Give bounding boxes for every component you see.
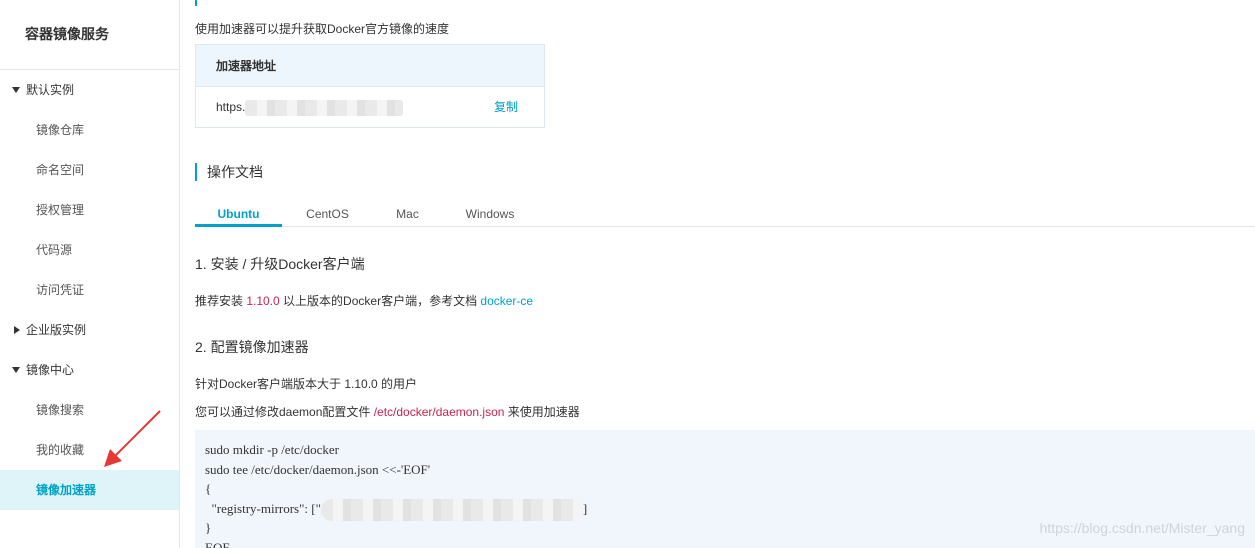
sidebar-title: 容器镜像服务 [0, 0, 179, 70]
step2-line2-after: 来使用加速器 [504, 405, 580, 419]
step1-title: 1. 安装 / 升级Docker客户端 [195, 256, 365, 272]
step1-text-after: 以上版本的Docker客户端，参考文档 [279, 294, 481, 308]
sidebar: 容器镜像服务 默认实例 镜像仓库 命名空间 授权管理 代码源 访问凭证 企业版实… [0, 0, 180, 548]
sidebar-group-label: 默认实例 [26, 83, 75, 97]
code-line: { [205, 481, 212, 496]
code-line: sudo mkdir -p /etc/docker [205, 442, 339, 457]
step2-line2: 您可以通过修改daemon配置文件 /etc/docker/daemon.jso… [195, 403, 580, 420]
caret-down-icon [12, 366, 20, 373]
code-bracket: ] [582, 500, 588, 516]
intro-text: 使用加速器可以提升获取Docker官方镜像的速度 [195, 22, 450, 36]
sidebar-item-repositories[interactable]: 镜像仓库 [0, 110, 179, 150]
os-tabs: Ubuntu CentOS Mac Windows [195, 200, 1255, 227]
code-registry-key: "registry-mirrors": [" [205, 500, 321, 516]
sidebar-item-favorites[interactable]: 我的收藏 [0, 430, 179, 470]
caret-down-icon [12, 86, 20, 93]
tab-ubuntu[interactable]: Ubuntu [195, 200, 282, 227]
sidebar-group-enterprise-instance[interactable]: 企业版实例 [0, 310, 179, 350]
copy-link[interactable]: 复制 [494, 87, 518, 127]
sidebar-group-default-instance[interactable]: 默认实例 [0, 70, 179, 110]
daemon-json-path: /etc/docker/daemon.json [373, 405, 505, 419]
accelerator-panel: 加速器地址 https. 复制 [195, 44, 545, 128]
step2-title: 2. 配置镜像加速器 [195, 339, 309, 355]
version-highlight: 1.10.0 [246, 294, 280, 308]
sidebar-group-label: 镜像中心 [26, 363, 75, 377]
section-accent-bar [195, 0, 197, 6]
sidebar-item-image-search[interactable]: 镜像搜索 [0, 390, 179, 430]
sidebar-item-namespaces[interactable]: 命名空间 [0, 150, 179, 190]
step1-text-before: 推荐安装 [195, 294, 247, 308]
step2-line1: 针对Docker客户端版本大于 1.10.0 的用户 [195, 377, 418, 391]
tab-centos[interactable]: CentOS [290, 200, 365, 227]
docker-ce-link[interactable]: docker-ce [480, 294, 533, 308]
step1-text: 推荐安装 1.10.0 以上版本的Docker客户端，参考文档 docker-c… [195, 292, 533, 309]
sidebar-item-access-credentials[interactable]: 访问凭证 [0, 270, 179, 310]
sidebar-group-label: 企业版实例 [26, 323, 87, 337]
tab-mac[interactable]: Mac [375, 200, 440, 227]
watermark: https://blog.csdn.net/Mister_yang [1039, 520, 1245, 536]
redacted-mirror-url [320, 498, 583, 521]
redacted-url [245, 99, 404, 116]
accelerator-header: 加速器地址 [196, 45, 544, 87]
tab-windows[interactable]: Windows [450, 200, 530, 227]
code-line: sudo tee /etc/docker/daemon.json <<-'EOF… [205, 461, 431, 477]
code-line: EOF [205, 539, 230, 548]
accelerator-url: https. [216, 100, 246, 114]
sidebar-item-image-accelerator[interactable]: 镜像加速器 [0, 470, 179, 510]
step2-line2-before: 您可以通过修改daemon配置文件 [195, 405, 374, 419]
sidebar-item-code-source[interactable]: 代码源 [0, 230, 179, 270]
code-line-registry-mirrors: "registry-mirrors": ["] [205, 498, 1255, 521]
main-content: 使用加速器可以提升获取Docker官方镜像的速度 加速器地址 https. 复制… [195, 0, 1255, 548]
doc-section-title: 操作文档 [195, 163, 263, 181]
sidebar-item-authorization[interactable]: 授权管理 [0, 190, 179, 230]
sidebar-group-image-center[interactable]: 镜像中心 [0, 350, 179, 390]
caret-right-icon [14, 325, 20, 334]
accelerator-row: https. 复制 [196, 87, 544, 127]
